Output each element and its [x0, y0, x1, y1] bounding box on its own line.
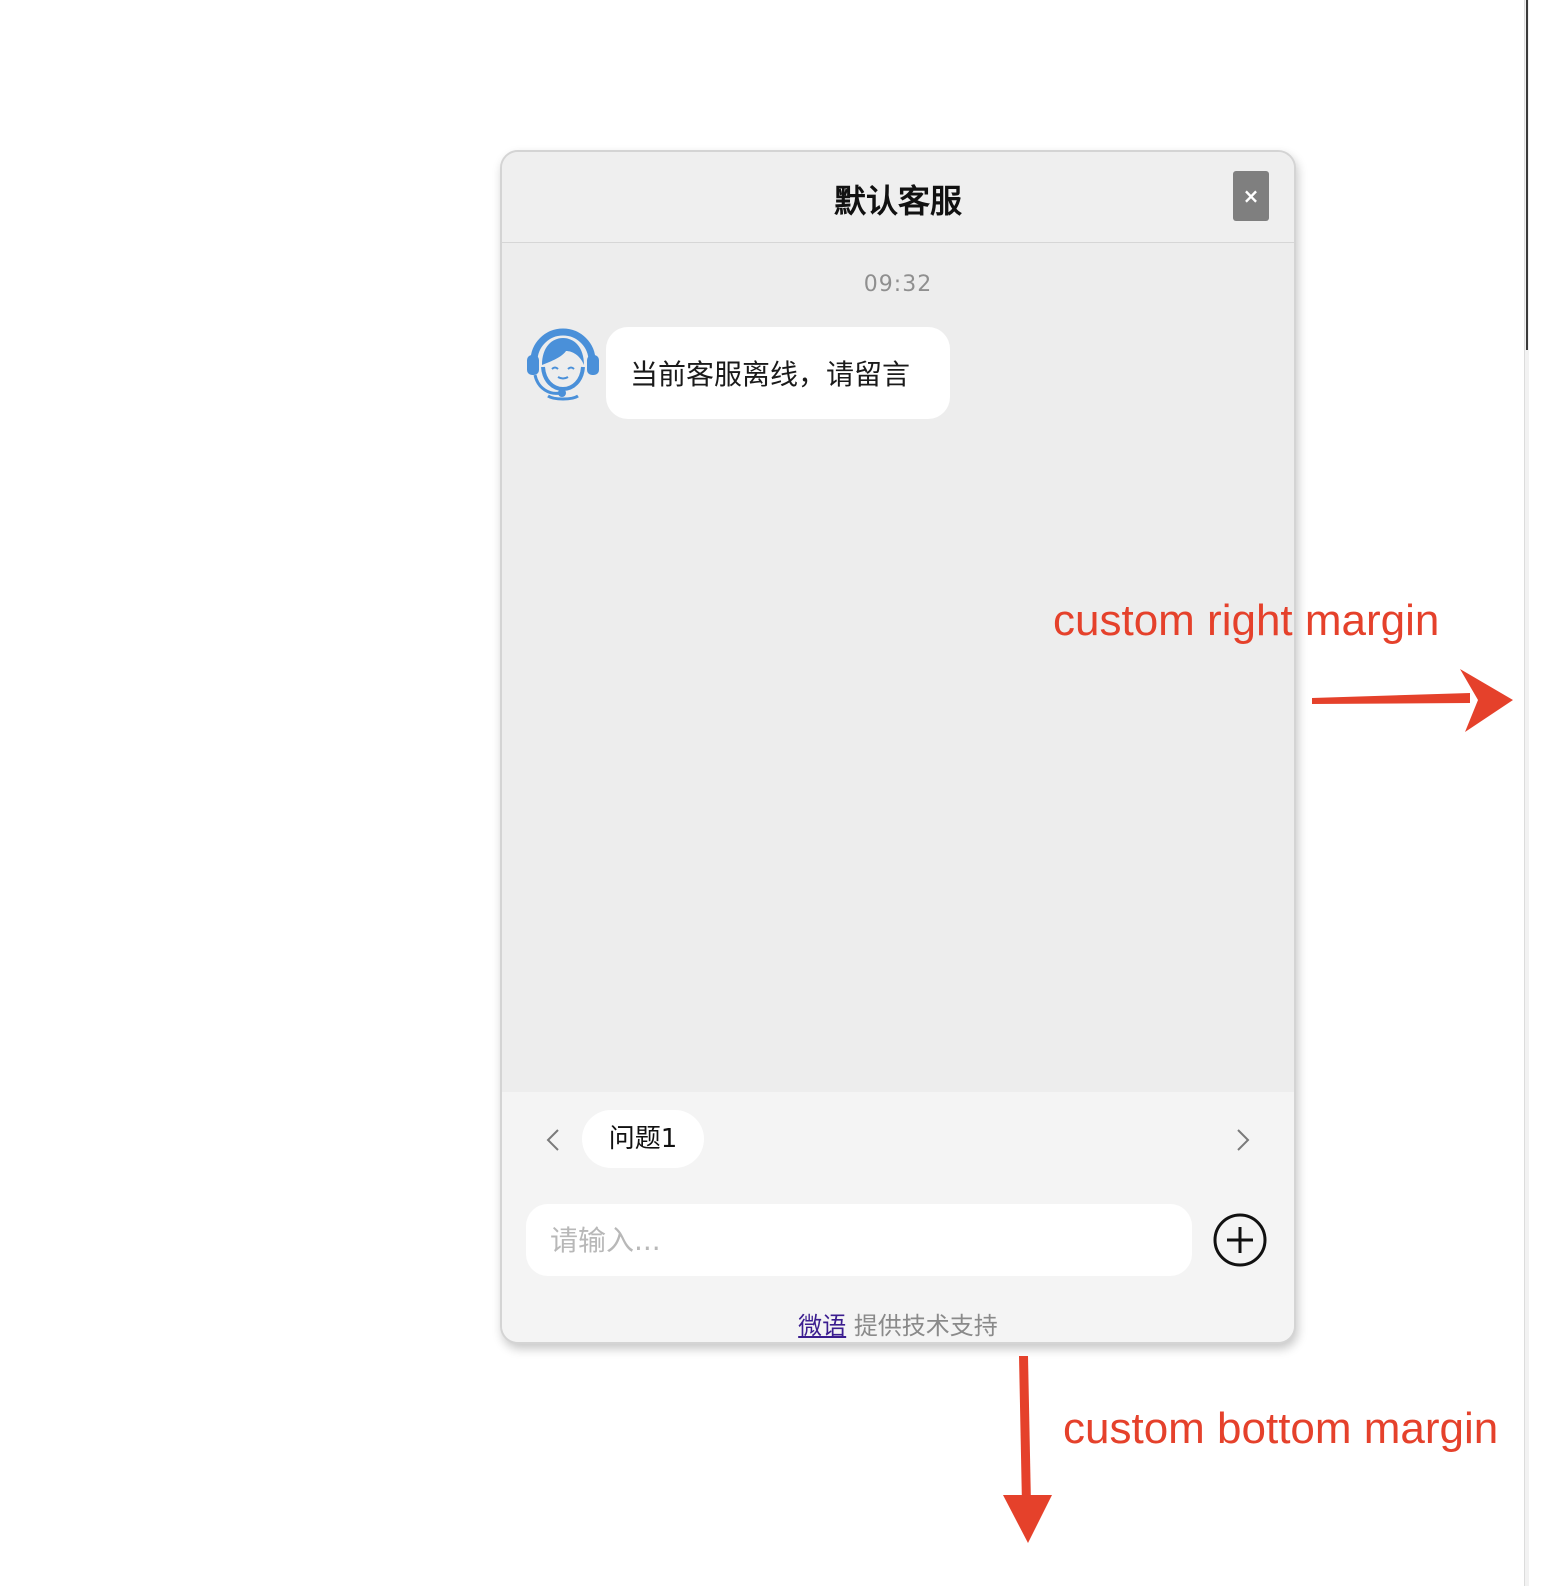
footer-brand-link[interactable]: 微语 [798, 1312, 846, 1340]
down-arrow-icon [1003, 1356, 1052, 1543]
agent-message-bubble: 当前客服离线，请留言 [606, 327, 950, 419]
chat-title: 默认客服 [833, 182, 962, 220]
plus-circle-icon [1213, 1213, 1267, 1267]
chevron-left-icon[interactable] [538, 1122, 568, 1158]
powered-by-footer: 微语 提供技术支持 [502, 1306, 1294, 1341]
close-button[interactable]: × [1233, 171, 1269, 221]
window-edge-shadow [1526, 0, 1528, 350]
right-arrow-icon [1312, 669, 1513, 732]
bottom-margin-annotation: custom bottom margin [1063, 1404, 1499, 1453]
footer-suffix: 提供技术支持 [853, 1312, 998, 1340]
right-margin-annotation: custom right margin [1053, 596, 1440, 645]
add-attachment-button[interactable] [1212, 1212, 1268, 1268]
chat-widget: 默认客服 × 09:32 当前客服离线，请留言 问题1 请输入... 微语 提供… [500, 150, 1296, 1344]
message-input[interactable] [526, 1204, 1192, 1276]
message-timestamp: 09:32 [863, 272, 933, 297]
customer-service-headset-icon [526, 325, 600, 401]
chat-header: 默认客服 × [502, 152, 1294, 243]
quick-reply-chip[interactable]: 问题1 [582, 1110, 704, 1168]
chat-bottom-panel: 问题1 微语 提供技术支持 [502, 1092, 1294, 1342]
chevron-right-icon[interactable] [1228, 1122, 1258, 1158]
